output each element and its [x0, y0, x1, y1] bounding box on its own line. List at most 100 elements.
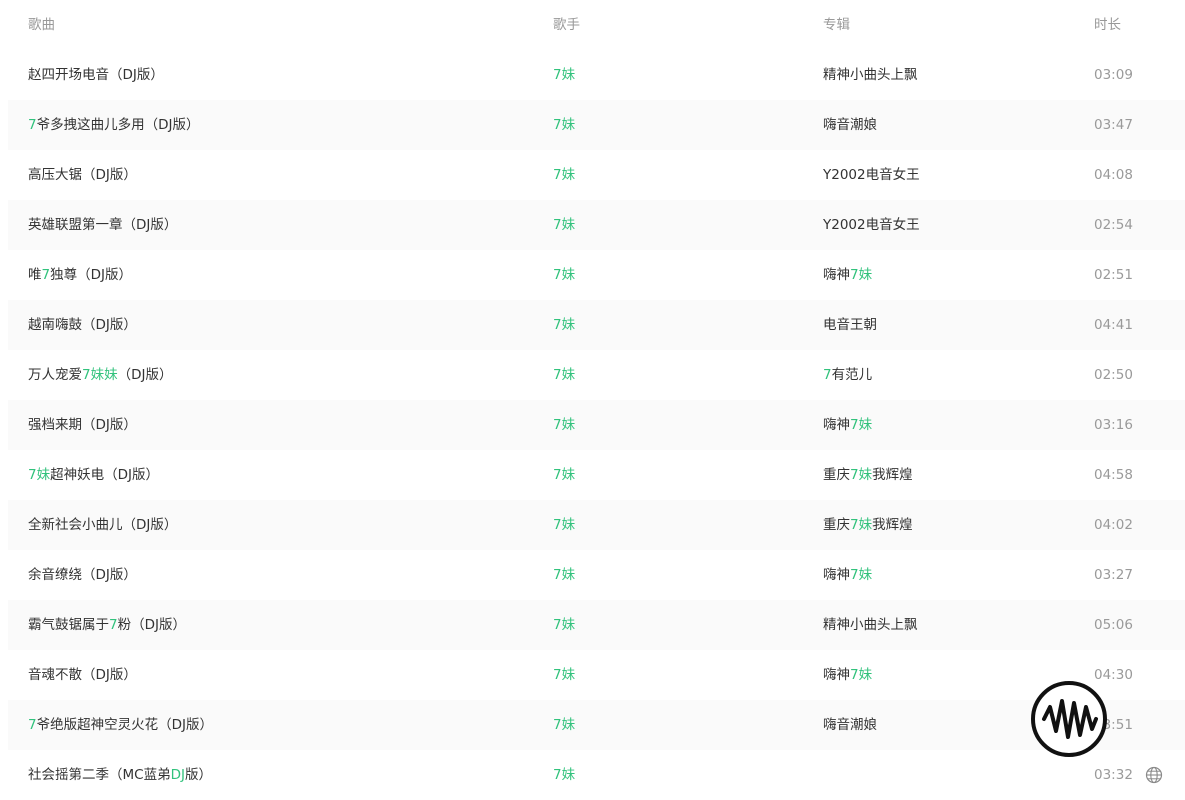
song-artist-link[interactable]: 7妹 — [553, 600, 575, 650]
song-artist-link[interactable]: 7妹 — [553, 50, 575, 100]
song-row[interactable]: 7爷多拽这曲儿多用（DJ版） 7妹 嗨音潮娘 03:47 — [8, 100, 1185, 150]
song-title-segment: 爷绝版超神空灵火花（DJ版） — [36, 717, 213, 733]
song-artist-link[interactable]: 7妹 — [553, 450, 575, 500]
song-album-link[interactable]: 重庆7妹我辉煌 — [823, 450, 913, 500]
song-album-link-segment: 我辉煌 — [872, 467, 913, 483]
song-album-link[interactable]: Y2002电音女王 — [823, 200, 920, 250]
song-duration: 03:47 — [1094, 117, 1133, 133]
song-album-link[interactable]: 嗨神7妹 — [823, 550, 872, 600]
song-album-link[interactable]: 电音王朝 — [823, 300, 877, 350]
song-album-link-segment: 嗨神 — [823, 417, 850, 433]
song-title[interactable]: 霸气鼓锯属于7粉（DJ版） — [28, 600, 186, 650]
song-album-link[interactable]: 嗨音潮娘 — [823, 700, 877, 750]
song-artist-link[interactable]: 7妹 — [553, 350, 575, 400]
song-album-link-segment: Y2002电音女王 — [823, 167, 920, 183]
song-title-segment: 版） — [184, 767, 212, 783]
header-album[interactable]: 专辑 — [823, 0, 850, 50]
song-artist-link[interactable]: 7妹 — [553, 500, 575, 550]
song-duration: 02:54 — [1094, 217, 1133, 233]
song-duration: 03:09 — [1094, 67, 1133, 83]
song-album-link-segment: 电音王朝 — [823, 317, 877, 333]
song-row[interactable]: 高压大锯（DJ版） 7妹 Y2002电音女王 04:08 — [8, 150, 1185, 200]
song-album-link[interactable]: 精神小曲头上飘 — [823, 600, 918, 650]
song-album-link-segment: 7 — [823, 367, 832, 383]
song-row[interactable]: 越南嗨鼓（DJ版） 7妹 电音王朝 04:41 — [8, 300, 1185, 350]
song-row[interactable]: 万人宠爱7妹妹（DJ版） 7妹 7有范儿 02:50 — [8, 350, 1185, 400]
song-row[interactable]: 余音缭绕（DJ版） 7妹 嗨神7妹 03:27 — [8, 550, 1185, 600]
song-title[interactable]: 唯7独尊（DJ版） — [28, 250, 132, 300]
song-title[interactable]: 越南嗨鼓（DJ版） — [28, 300, 137, 350]
song-title-segment: 7 — [28, 717, 37, 733]
header-artist[interactable]: 歌手 — [553, 0, 580, 50]
song-album-link-segment: 7妹 — [850, 517, 873, 533]
song-title[interactable]: 强档来期（DJ版） — [28, 400, 137, 450]
song-row[interactable]: 赵四开场电音（DJ版） 7妹 精神小曲头上飘 03:09 — [8, 50, 1185, 100]
song-album-link[interactable]: 重庆7妹我辉煌 — [823, 500, 913, 550]
song-title[interactable]: 英雄联盟第一章（DJ版） — [28, 200, 177, 250]
song-album-link[interactable]: 嗨神7妹 — [823, 650, 872, 700]
song-artist-link[interactable]: 7妹 — [553, 550, 575, 600]
song-album-link[interactable]: Y2002电音女王 — [823, 150, 920, 200]
song-duration: 02:50 — [1094, 367, 1133, 383]
song-title[interactable]: 全新社会小曲儿（DJ版） — [28, 500, 177, 550]
song-title-segment: （DJ版） — [117, 367, 173, 383]
song-title-segment: 万人宠爱 — [28, 367, 82, 383]
song-title-segment: 超神妖电（DJ版） — [50, 467, 159, 483]
song-list: 歌曲 歌手 专辑 时长 赵四开场电音（DJ版） 7妹 精神小曲头上飘 03:09 7爷多… — [8, 0, 1185, 800]
song-artist-link[interactable]: 7妹 — [553, 150, 575, 200]
song-title[interactable]: 赵四开场电音（DJ版） — [28, 50, 164, 100]
song-artist-link[interactable]: 7妹 — [553, 650, 575, 700]
song-title[interactable]: 余音缭绕（DJ版） — [28, 550, 137, 600]
song-row[interactable]: 强档来期（DJ版） 7妹 嗨神7妹 03:16 — [8, 400, 1185, 450]
waveform-badge-icon[interactable] — [1030, 680, 1108, 758]
song-row[interactable]: 全新社会小曲儿（DJ版） 7妹 重庆7妹我辉煌 04:02 — [8, 500, 1185, 550]
song-album-link-segment: 精神小曲头上飘 — [823, 67, 918, 83]
song-title[interactable]: 7爷绝版超神空灵火花（DJ版） — [28, 700, 213, 750]
song-title-segment: 粉（DJ版） — [117, 617, 186, 633]
song-artist-link[interactable]: 7妹 — [553, 700, 575, 750]
song-rows: 赵四开场电音（DJ版） 7妹 精神小曲头上飘 03:09 7爷多拽这曲儿多用（DJ版） 7… — [8, 50, 1185, 800]
song-album-link-segment: 精神小曲头上飘 — [823, 617, 918, 633]
song-row[interactable]: 英雄联盟第一章（DJ版） 7妹 Y2002电音女王 02:54 — [8, 200, 1185, 250]
song-title[interactable]: 7妹超神妖电（DJ版） — [28, 450, 159, 500]
song-title-segment: 越南嗨鼓（DJ版） — [28, 317, 137, 333]
song-row[interactable]: 音魂不散（DJ版） 7妹 嗨神7妹 04:30 — [8, 650, 1185, 700]
song-title-segment: 高压大锯（DJ版） — [28, 167, 137, 183]
song-album-link-segment: 重庆 — [823, 467, 850, 483]
song-title-segment: DJ — [170, 767, 185, 783]
song-artist-link[interactable]: 7妹 — [553, 100, 575, 150]
song-title-segment: 唯 — [28, 267, 42, 283]
header-title[interactable]: 歌曲 — [28, 0, 55, 50]
song-album-link[interactable]: 嗨神7妹 — [823, 250, 872, 300]
song-title[interactable]: 万人宠爱7妹妹（DJ版） — [28, 350, 172, 400]
song-duration: 02:51 — [1094, 267, 1133, 283]
song-row[interactable]: 霸气鼓锯属于7粉（DJ版） 7妹 精神小曲头上飘 05:06 — [8, 600, 1185, 650]
song-title-segment: 7妹妹 — [82, 367, 118, 383]
song-album-link-segment: 嗨神 — [823, 667, 850, 683]
song-duration: 03:27 — [1094, 567, 1133, 583]
song-row[interactable]: 7妹超神妖电（DJ版） 7妹 重庆7妹我辉煌 04:58 — [8, 450, 1185, 500]
song-album-link-segment: 7妹 — [850, 567, 873, 583]
song-title[interactable]: 高压大锯（DJ版） — [28, 150, 137, 200]
song-album-link[interactable]: 嗨音潮娘 — [823, 100, 877, 150]
song-title[interactable]: 7爷多拽这曲儿多用（DJ版） — [28, 100, 199, 150]
song-album-link-segment: 我辉煌 — [872, 517, 913, 533]
song-artist-link[interactable]: 7妹 — [553, 250, 575, 300]
song-row[interactable]: 唯7独尊（DJ版） 7妹 嗨神7妹 02:51 — [8, 250, 1185, 300]
song-album-link[interactable]: 精神小曲头上飘 — [823, 50, 918, 100]
song-artist-link[interactable]: 7妹 — [553, 300, 575, 350]
song-album-link-segment: 7妹 — [850, 267, 873, 283]
song-title-segment: 7 — [41, 267, 51, 283]
song-title-segment: 7 — [109, 617, 118, 633]
song-album-link[interactable]: 7有范儿 — [823, 350, 872, 400]
header-duration[interactable]: 时长 — [1094, 0, 1121, 50]
song-artist-link[interactable]: 7妹 — [553, 400, 575, 450]
song-row[interactable]: 7爷绝版超神空灵火花（DJ版） 7妹 嗨音潮娘 03:51 — [8, 700, 1185, 750]
globe-icon[interactable] — [1145, 766, 1163, 784]
song-album-link[interactable]: 嗨神7妹 — [823, 400, 872, 450]
song-title[interactable]: 音魂不散（DJ版） — [28, 650, 137, 700]
song-duration: 05:06 — [1094, 617, 1133, 633]
song-title-segment: 7 — [28, 117, 37, 133]
song-list-header: 歌曲 歌手 专辑 时长 — [8, 0, 1185, 50]
song-artist-link[interactable]: 7妹 — [553, 200, 575, 250]
